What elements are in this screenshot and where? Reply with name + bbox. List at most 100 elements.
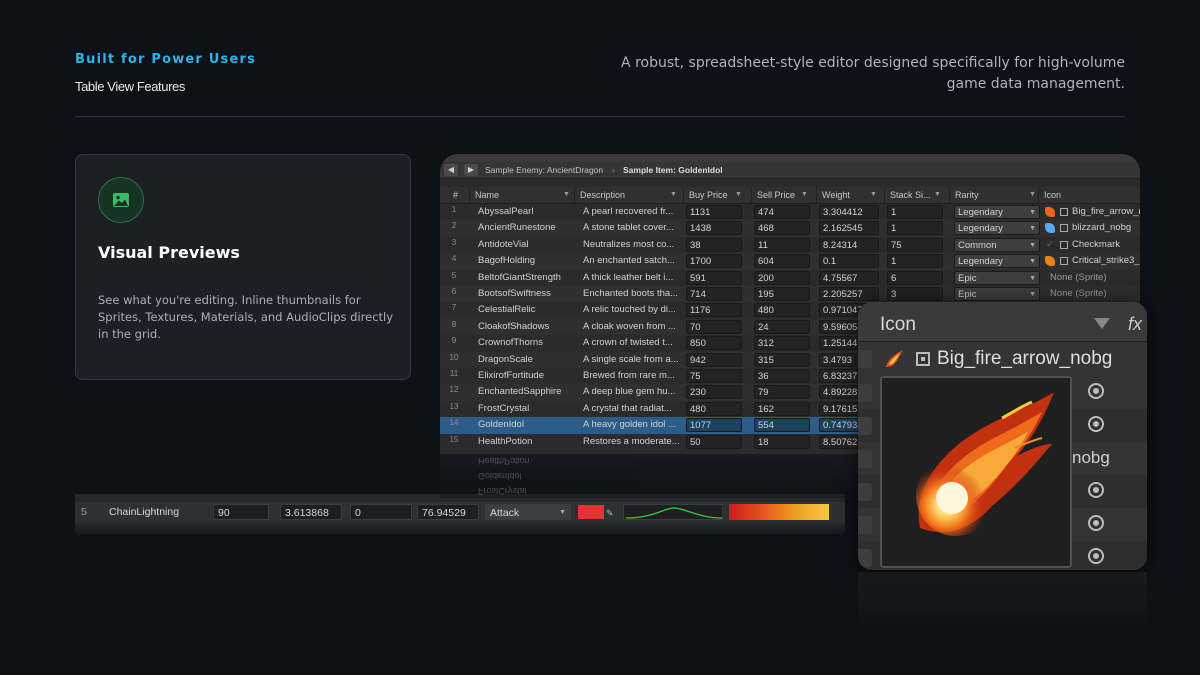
stack-size-field[interactable]: 1 — [887, 221, 943, 236]
sort-dropdown-icon[interactable]: ▼ — [934, 191, 941, 198]
row-description[interactable]: Brewed from rare m... — [583, 369, 679, 383]
row-description[interactable]: A pearl recovered fr... — [583, 205, 679, 219]
row-name[interactable]: HealthPotion — [478, 435, 574, 449]
rarity-dropdown[interactable]: Legendary ▼ — [954, 254, 1040, 269]
buy-price-field[interactable]: 70 — [686, 319, 742, 334]
value-field[interactable]: 0 — [350, 504, 412, 520]
sell-price-field[interactable]: 36 — [754, 369, 810, 383]
row-name[interactable]: CloakofShadows — [478, 320, 574, 334]
row-description[interactable]: A relic touched by di... — [583, 303, 679, 317]
value-field[interactable]: 3.613868 — [280, 504, 342, 520]
row-description[interactable]: A stone tablet cover... — [583, 221, 679, 235]
row-description[interactable]: A crown of twisted t... — [583, 336, 679, 350]
sell-price-field[interactable]: 312 — [754, 336, 810, 351]
row-description[interactable]: A cloak woven from ... — [583, 320, 679, 334]
buy-price-field[interactable]: 38 — [686, 237, 742, 252]
sort-dropdown-icon[interactable]: ▼ — [563, 191, 570, 198]
row-name[interactable]: FrostCrystal — [478, 402, 574, 416]
table-row[interactable]: 3 AntidoteVial Neutralizes most co... 38 11 8… — [440, 237, 1140, 253]
row-name[interactable]: AbyssalPearl — [478, 205, 574, 219]
color-swatch[interactable] — [578, 505, 604, 519]
column-separator[interactable] — [683, 187, 684, 204]
value-field[interactable]: 76.94529 — [417, 504, 479, 520]
sell-price-field[interactable]: 468 — [754, 221, 810, 236]
table-row[interactable]: 2 AncientRunestone A stone tablet cover...… — [440, 220, 1140, 237]
buy-price-field[interactable]: 1077 — [686, 418, 742, 433]
rarity-dropdown[interactable]: Legendary ▼ — [954, 221, 1040, 236]
object-picker-icon[interactable] — [1088, 515, 1104, 531]
stack-size-field[interactable]: 75 — [887, 237, 943, 252]
sell-price-field[interactable]: 200 — [754, 270, 810, 285]
sell-price-field[interactable]: 162 — [754, 401, 810, 416]
value-field[interactable]: 90 — [213, 504, 269, 520]
column-header[interactable]: Description — [580, 190, 625, 200]
back-arrow-icon[interactable]: ◀ — [444, 164, 458, 176]
icon-field[interactable]: Critical_strike3_ — [1072, 254, 1140, 268]
weight-field[interactable]: 0.1 — [819, 254, 879, 269]
weight-field[interactable]: 3.304412 — [819, 205, 879, 219]
row-name[interactable]: CelestialRelic — [478, 303, 574, 317]
weight-field[interactable]: 4.75567 — [819, 270, 879, 285]
sort-dropdown-icon[interactable]: ▼ — [670, 191, 677, 198]
column-header[interactable]: Name — [475, 190, 499, 200]
rarity-dropdown[interactable]: Epic ▼ — [954, 270, 1040, 285]
column-header[interactable]: Stack Si... — [890, 190, 931, 200]
buy-price-field[interactable]: 75 — [686, 369, 742, 383]
row-name[interactable]: BeltofGiantStrength — [478, 271, 574, 285]
object-picker-icon[interactable] — [1088, 383, 1104, 399]
rarity-dropdown[interactable]: Common ▼ — [954, 237, 1040, 252]
buy-price-field[interactable]: 1131 — [686, 205, 742, 219]
eyedropper-icon[interactable]: ✎ — [606, 505, 616, 521]
row-description[interactable]: A heavy golden idol ... — [583, 418, 679, 432]
column-separator[interactable] — [574, 187, 575, 204]
stack-size-field[interactable]: 1 — [887, 205, 943, 219]
buy-price-field[interactable]: 714 — [686, 287, 742, 301]
column-header[interactable]: Icon — [1044, 190, 1061, 200]
row-name[interactable]: BootsofSwiftness — [478, 287, 574, 301]
table-row[interactable]: 5 ChainLightning 90 3.613868 0 76.94529 … — [75, 502, 845, 522]
column-separator[interactable] — [816, 187, 817, 204]
sell-price-field[interactable]: 604 — [754, 254, 810, 269]
column-header[interactable]: Sell Price — [757, 190, 795, 200]
rarity-dropdown[interactable]: Legendary ▼ — [954, 205, 1040, 219]
gradient-field[interactable] — [729, 504, 829, 520]
icon-field[interactable]: None (Sprite) — [1050, 271, 1120, 285]
dropdown-arrow-icon[interactable] — [1094, 318, 1110, 329]
buy-price-field[interactable]: 1176 — [686, 303, 742, 318]
sell-price-field[interactable]: 554 — [754, 418, 810, 433]
column-header[interactable]: # — [453, 190, 458, 200]
row-name[interactable]: AncientRunestone — [478, 221, 574, 235]
sell-price-field[interactable]: 474 — [754, 205, 810, 219]
row-description[interactable]: Enchanted boots tha... — [583, 287, 679, 301]
stack-size-field[interactable]: 6 — [887, 270, 943, 285]
buy-price-field[interactable]: 591 — [686, 270, 742, 285]
row-name[interactable]: CrownofThorns — [478, 336, 574, 350]
object-picker-icon[interactable] — [1088, 482, 1104, 498]
sell-price-field[interactable]: 18 — [754, 434, 810, 449]
column-separator[interactable] — [884, 187, 885, 204]
sell-price-field[interactable]: 195 — [754, 287, 810, 301]
row-description[interactable]: A crystal that radiat... — [583, 402, 679, 416]
weight-field[interactable]: 8.24314 — [819, 237, 879, 252]
icon-field[interactable]: None (Sprite) — [1050, 287, 1120, 301]
buy-price-field[interactable]: 480 — [686, 401, 742, 416]
table-row[interactable]: 5 BeltofGiantStrength A thick leather belt… — [440, 270, 1140, 286]
row-name[interactable]: AntidoteVial — [478, 238, 574, 252]
table-row[interactable]: 6 BootsofSwiftness Enchanted boots tha... 7… — [440, 286, 1140, 303]
column-separator[interactable] — [949, 187, 950, 204]
icon-field[interactable]: Checkmark — [1072, 238, 1140, 252]
buy-price-field[interactable]: 1700 — [686, 254, 742, 269]
row-description[interactable]: An enchanted satch... — [583, 254, 679, 268]
stack-size-field[interactable]: 1 — [887, 254, 943, 269]
row-name[interactable]: ElixirofFortitude — [478, 369, 574, 383]
type-dropdown[interactable]: Attack ▼ — [485, 504, 571, 520]
weight-field[interactable]: 2.162545 — [819, 221, 879, 236]
column-separator[interactable] — [469, 187, 470, 204]
buy-price-field[interactable]: 1438 — [686, 221, 742, 236]
breadcrumb-enemy[interactable]: Sample Enemy: AncientDragon — [485, 165, 603, 175]
sort-dropdown-icon[interactable]: ▼ — [1029, 191, 1036, 198]
sell-price-field[interactable]: 24 — [754, 319, 810, 334]
row-description[interactable]: Restores a moderate... — [583, 435, 679, 449]
column-header[interactable]: Buy Price — [689, 190, 728, 200]
sort-dropdown-icon[interactable]: ▼ — [870, 191, 877, 198]
